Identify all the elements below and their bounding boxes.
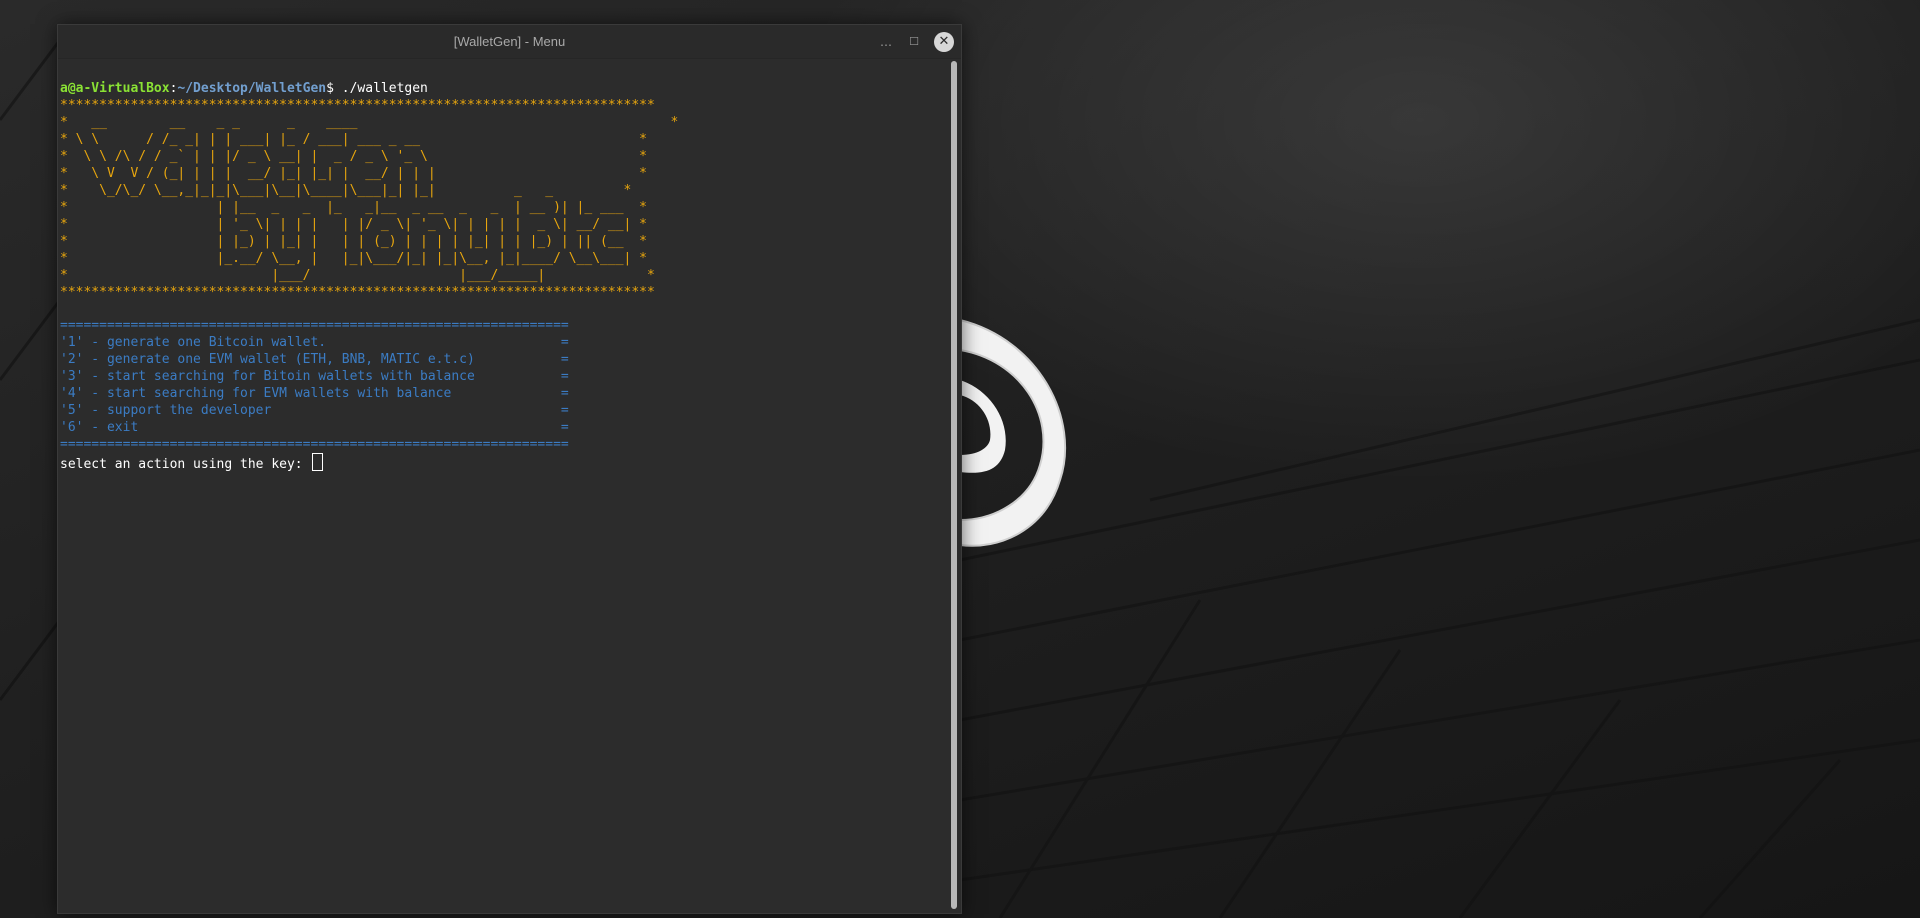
menu-item: '2' - generate one EVM wallet (ETH, BNB,… — [60, 352, 569, 367]
menu-item: '1' - generate one Bitcoin wallet. = — [60, 335, 569, 350]
action-menu: ========================================… — [60, 317, 569, 453]
window-title: [WalletGen] - Menu — [453, 34, 566, 49]
maximize-button[interactable]: ☐ — [906, 34, 922, 50]
scrollbar[interactable] — [951, 61, 957, 909]
scrollbar-thumb[interactable] — [951, 61, 957, 909]
close-button[interactable]: ✕ — [934, 32, 954, 52]
input-line[interactable]: select an action using the key: — [60, 453, 324, 473]
prompt-path: ~/Desktop/WalletGen — [177, 81, 327, 96]
prompt-symbol: $ — [326, 81, 342, 96]
minimize-button[interactable]: … — [878, 34, 894, 50]
menu-rule-bottom: ========================================… — [60, 437, 569, 452]
menu-item: '3' - start searching for Bitoin wallets… — [60, 369, 569, 384]
terminal-window: [WalletGen] - Menu … ☐ ✕ a@a-VirtualBox:… — [57, 24, 962, 914]
menu-item: '6' - exit = — [60, 420, 569, 435]
menu-item: '4' - start searching for EVM wallets wi… — [60, 386, 569, 401]
ascii-banner: ****************************************… — [60, 98, 679, 300]
terminal-output[interactable]: a@a-VirtualBox:~/Desktop/WalletGen$ ./wa… — [60, 59, 948, 911]
shell-command: ./walletgen — [341, 81, 428, 96]
menu-item: '5' - support the developer = — [60, 403, 569, 418]
prompt-user: a@a-VirtualBox — [60, 81, 170, 96]
input-prompt: select an action using the key: — [60, 457, 311, 472]
text-cursor[interactable] — [312, 453, 324, 471]
window-titlebar[interactable]: [WalletGen] - Menu … ☐ ✕ — [58, 25, 961, 59]
shell-prompt-line: a@a-VirtualBox:~/Desktop/WalletGen$ ./wa… — [60, 80, 428, 97]
menu-rule-top: ========================================… — [60, 318, 569, 333]
